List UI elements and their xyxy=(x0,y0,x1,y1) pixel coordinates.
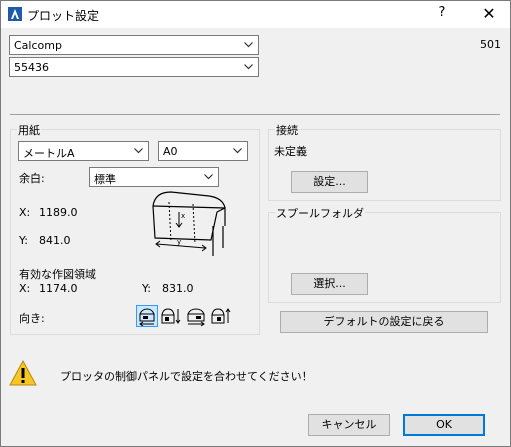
window-title: プロット設定 xyxy=(27,9,100,23)
paper-y-label: Y: xyxy=(19,234,28,247)
model-select[interactable]: 55436 xyxy=(9,57,259,77)
chevron-down-icon xyxy=(134,148,143,154)
plotter-code: 501 xyxy=(480,38,501,51)
orientation-portrait-up-button[interactable] xyxy=(210,305,232,327)
chevron-down-icon xyxy=(244,42,253,48)
chevron-down-icon xyxy=(233,148,242,154)
orientation-landscape-icon xyxy=(187,308,205,327)
chevron-down-icon xyxy=(244,64,253,70)
plotter-illustration: x y xyxy=(147,186,231,258)
plotter-select-value: Calcomp xyxy=(14,39,62,52)
model-select-value: 55436 xyxy=(14,61,49,74)
effective-area-label: 有効な作図領域 xyxy=(19,268,96,281)
cancel-button[interactable]: キャンセル xyxy=(308,414,390,436)
title-bar: プロット設定 ? ✕ xyxy=(1,1,510,28)
svg-text:y: y xyxy=(177,238,181,246)
margin-label: 余白: xyxy=(19,172,45,185)
separator xyxy=(10,114,500,115)
connection-group-label: 接続 xyxy=(275,122,299,138)
paper-x-value: 1189.0 xyxy=(39,206,78,219)
orientation-portrait-down-button[interactable] xyxy=(160,305,182,327)
eff-y-value: 831.0 xyxy=(162,282,194,295)
orientation-portrait-icon xyxy=(211,308,231,324)
eff-y-label: Y: xyxy=(142,282,151,295)
orientation-landscape-icon xyxy=(139,308,155,326)
connection-status: 未定義 xyxy=(274,145,307,158)
plot-settings-dialog: プロット設定 ? ✕ Calcomp 501 55436 用紙 メートルA A0… xyxy=(0,0,511,447)
app-logo-icon xyxy=(8,7,22,21)
orientation-landscape-right-button[interactable] xyxy=(185,305,207,327)
spool-group-label: スプールフォルダ xyxy=(275,205,365,221)
orientation-label: 向き: xyxy=(19,312,45,325)
margin-select[interactable]: 標準 xyxy=(89,167,219,187)
svg-text:x: x xyxy=(181,212,185,220)
warning-icon xyxy=(9,360,37,386)
paper-x-label: X: xyxy=(19,206,31,219)
close-button[interactable]: ✕ xyxy=(477,4,501,24)
plotter-select[interactable]: Calcomp xyxy=(9,35,259,55)
margin-value: 標準 xyxy=(94,173,116,186)
warning-message: プロッタの制御パネルで設定を合わせてください！ xyxy=(60,370,313,383)
eff-x-label: X: xyxy=(19,282,31,295)
connection-settings-button[interactable]: 設定... xyxy=(291,171,368,193)
paper-unit-value: メートルA xyxy=(23,147,75,160)
help-button[interactable]: ? xyxy=(432,5,452,23)
spool-select-button[interactable]: 選択... xyxy=(291,273,368,295)
orientation-portrait-icon xyxy=(161,308,181,324)
paper-size-value: A0 xyxy=(163,145,178,158)
chevron-down-icon xyxy=(204,174,213,180)
restore-defaults-button[interactable]: デフォルトの設定に戻る xyxy=(280,311,488,333)
paper-size-select[interactable]: A0 xyxy=(158,141,248,161)
ok-button[interactable]: OK xyxy=(403,414,485,436)
paper-unit-select[interactable]: メートルA xyxy=(18,141,149,161)
paper-y-value: 841.0 xyxy=(39,234,71,247)
orientation-portrait-left-button[interactable] xyxy=(136,305,158,327)
paper-group-label: 用紙 xyxy=(17,122,41,138)
eff-x-value: 1174.0 xyxy=(39,282,78,295)
